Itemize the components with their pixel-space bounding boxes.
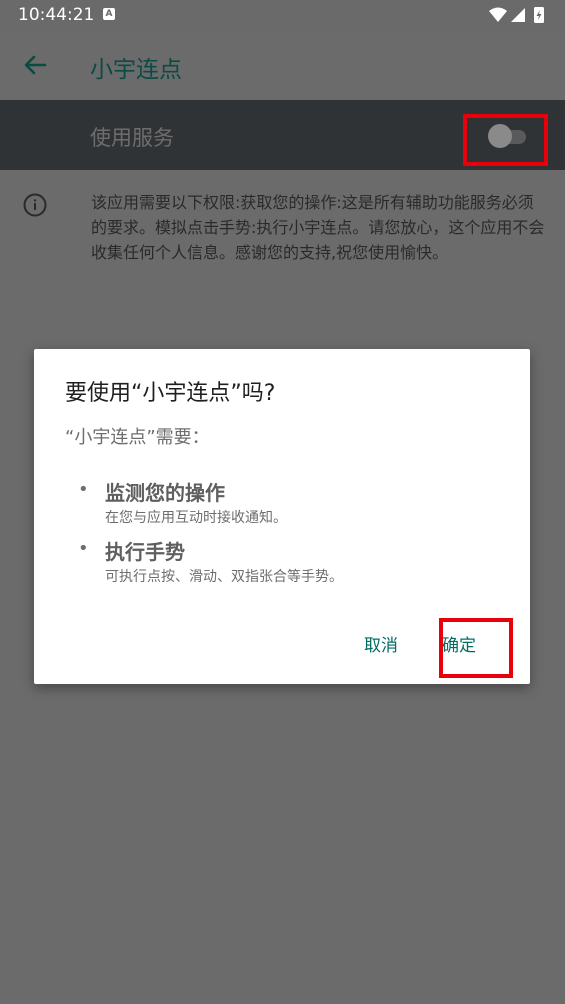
toggle-highlight-box	[463, 114, 548, 166]
service-label: 使用服务	[90, 126, 174, 150]
confirm-highlight-box	[439, 618, 513, 678]
arrow-back-icon[interactable]	[20, 50, 50, 80]
dialog-subtitle: “小宇连点”需要：	[65, 427, 210, 448]
status-icons	[489, 7, 544, 23]
permission-description: 可执行点按、滑动、双指张合等手势。	[105, 569, 343, 585]
cancel-button[interactable]: 取消	[364, 631, 398, 656]
page-title: 小宇连点	[90, 57, 182, 83]
bullet: •	[78, 479, 89, 500]
permission-title: 执行手势	[105, 540, 185, 564]
bullet: •	[78, 538, 89, 559]
wifi-icon	[489, 7, 507, 22]
signal-icon	[511, 8, 525, 22]
app-bar: 小宇连点	[0, 30, 565, 100]
a-icon: A	[103, 8, 115, 20]
permission-info-text: 该应用需要以下权限:获取您的操作:这是所有辅助功能服务必须的要求。模拟点击手势:…	[91, 193, 545, 262]
info-icon	[23, 193, 47, 217]
status-bar: 10:44:21 A	[0, 0, 565, 30]
status-time: 10:44:21	[18, 5, 95, 25]
permission-title: 监测您的操作	[105, 481, 225, 505]
dialog-title: 要使用“小宇连点”吗?	[65, 381, 276, 406]
permission-description: 在您与应用互动时接收通知。	[105, 510, 287, 526]
